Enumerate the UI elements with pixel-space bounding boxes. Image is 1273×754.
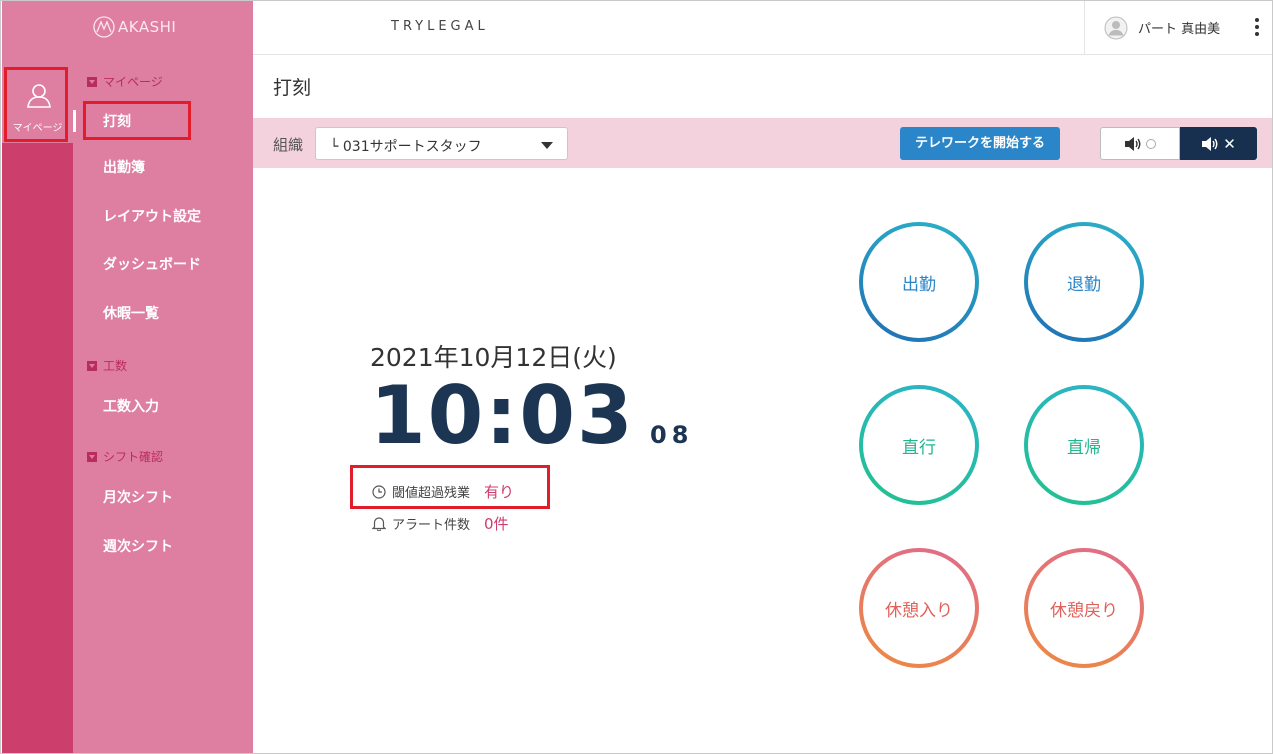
direct-return-button[interactable]: 直帰 bbox=[1024, 385, 1144, 505]
current-seconds: 08 bbox=[650, 421, 694, 449]
sidebar-section-shift[interactable]: シフト確認 bbox=[87, 448, 163, 465]
sidebar-item-leave-list[interactable]: 休暇一覧 bbox=[103, 303, 159, 323]
app-logo[interactable]: AKASHI bbox=[93, 14, 176, 40]
alert-label: アラート件数 bbox=[392, 518, 471, 533]
annotation-highlight-mypage bbox=[4, 67, 68, 142]
clock-out-button[interactable]: 退勤 bbox=[1024, 222, 1144, 342]
logo-text: AKASHI bbox=[118, 18, 177, 36]
alert-value: 0件 bbox=[484, 515, 509, 533]
sound-on-button[interactable] bbox=[1100, 127, 1180, 160]
collapse-icon bbox=[87, 76, 97, 87]
more-menu-icon[interactable] bbox=[1255, 18, 1259, 36]
direct-go-label: 直行 bbox=[863, 389, 975, 501]
break-start-label: 休憩入り bbox=[863, 552, 975, 664]
user-name: パート 真由美 bbox=[1138, 22, 1221, 37]
start-telework-button[interactable]: テレワークを開始する bbox=[900, 127, 1060, 160]
sound-off-button[interactable]: ✕ bbox=[1180, 127, 1257, 160]
avatar-icon bbox=[1104, 16, 1128, 39]
sidebar-section-title: シフト確認 bbox=[103, 450, 164, 464]
company-name: TRYLEGAL bbox=[391, 19, 489, 34]
org-select[interactable]: └ 031サポートスタッフ bbox=[315, 127, 568, 160]
active-indicator bbox=[73, 110, 76, 132]
sidebar-item-weekly-shift[interactable]: 週次シフト bbox=[103, 536, 173, 556]
sidebar-section-manhours[interactable]: 工数 bbox=[87, 357, 127, 374]
current-time: 10:03 bbox=[370, 369, 635, 462]
sidebar-section-title: マイページ bbox=[103, 75, 163, 89]
sidebar-item-layout-settings[interactable]: レイアウト設定 bbox=[103, 206, 201, 226]
clock-out-label: 退勤 bbox=[1028, 226, 1140, 338]
break-start-button[interactable]: 休憩入り bbox=[859, 548, 979, 668]
close-icon: ✕ bbox=[1223, 134, 1236, 153]
org-label: 組織 bbox=[273, 136, 304, 154]
direct-go-button[interactable]: 直行 bbox=[859, 385, 979, 505]
bell-icon bbox=[372, 517, 386, 531]
sidebar-item-monthly-shift[interactable]: 月次シフト bbox=[103, 487, 173, 507]
sidebar-item-attendance-book[interactable]: 出勤簿 bbox=[103, 157, 145, 177]
clock-in-label: 出勤 bbox=[863, 226, 975, 338]
clock-in-button[interactable]: 出勤 bbox=[859, 222, 979, 342]
sidebar-section-mypage[interactable]: マイページ bbox=[87, 73, 163, 90]
sidebar-section-title: 工数 bbox=[103, 359, 128, 373]
user-menu[interactable]: パート 真由美 bbox=[1084, 0, 1273, 55]
sound-toggle: ✕ bbox=[1100, 127, 1257, 160]
rail-top bbox=[2, 0, 73, 55]
toolbar: 組織 └ 031サポートスタッフ テレワークを開始する ✕ bbox=[253, 118, 1273, 168]
break-end-label: 休憩戻り bbox=[1028, 552, 1140, 664]
annotation-highlight-overtime bbox=[350, 465, 550, 509]
annotation-highlight-punch bbox=[83, 101, 191, 140]
sidebar-item-dashboard[interactable]: ダッシュボード bbox=[103, 254, 201, 274]
break-end-button[interactable]: 休憩戻り bbox=[1024, 548, 1144, 668]
toggle-indicator bbox=[1146, 138, 1156, 149]
alert-info: アラート件数 0件 bbox=[372, 513, 509, 534]
direct-return-label: 直帰 bbox=[1028, 389, 1140, 501]
speaker-icon bbox=[1125, 136, 1141, 151]
chevron-down-icon bbox=[541, 142, 553, 149]
top-header: TRYLEGAL パート 真由美 bbox=[253, 0, 1273, 55]
page-title: 打刻 bbox=[273, 77, 312, 99]
speaker-mute-icon bbox=[1202, 136, 1218, 151]
collapse-icon bbox=[87, 360, 97, 371]
sidebar-item-manhour-input[interactable]: 工数入力 bbox=[103, 396, 159, 416]
akashi-logo-icon bbox=[93, 16, 115, 38]
collapse-icon bbox=[87, 451, 97, 462]
org-select-value: └ 031サポートスタッフ bbox=[330, 139, 482, 155]
